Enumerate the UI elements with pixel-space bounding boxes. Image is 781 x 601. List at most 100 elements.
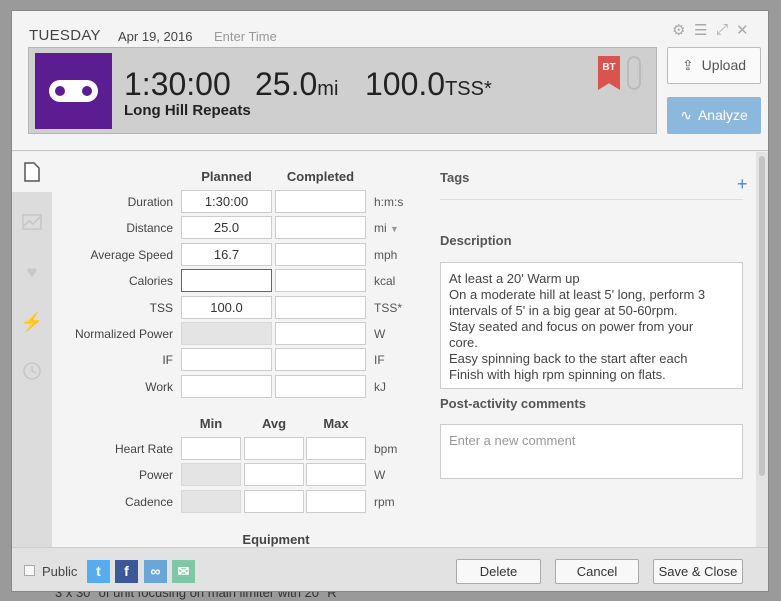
distance-label: Distance [126, 221, 173, 235]
time-input[interactable]: Enter Time [214, 29, 277, 44]
distance-completed-input[interactable] [275, 216, 366, 239]
link-icon[interactable]: ∞ [144, 560, 167, 583]
date-label[interactable]: Apr 19, 2016 [118, 29, 192, 44]
distance-unit: mi [317, 78, 339, 100]
avg-speed-completed-input[interactable] [275, 243, 366, 266]
comment-input[interactable]: Enter a new comment [440, 424, 743, 479]
add-tag-icon[interactable]: + [737, 174, 748, 195]
description-line: core. [449, 335, 478, 350]
heart-icon[interactable]: ♥ [12, 252, 52, 292]
distance-value: 25.0 [255, 66, 318, 102]
tss-value: 100.0 [365, 66, 446, 102]
description-line: Easy spinning back to the start after ea… [449, 351, 688, 366]
tss-unit-label: TSS* [374, 301, 403, 315]
public-checkbox[interactable] [24, 565, 35, 576]
heart-rate-avg-input[interactable] [244, 437, 304, 460]
clock-icon[interactable] [12, 351, 52, 391]
cadence-avg-input[interactable] [244, 490, 304, 513]
scrollbar-thumb[interactable] [759, 156, 765, 476]
calories-planned-input[interactable] [181, 269, 272, 292]
if-unit: IF [374, 353, 385, 367]
normalized-power-completed-input[interactable] [275, 322, 366, 345]
heart-rate-max-input[interactable] [306, 437, 366, 460]
avg-speed-label: Average Speed [90, 248, 173, 262]
facebook-icon[interactable]: f [115, 560, 138, 583]
tss-completed-input[interactable] [275, 296, 366, 319]
cadence-max-input[interactable] [306, 490, 366, 513]
comments-header: Post-activity comments [440, 396, 586, 411]
workout-header: TUESDAY Apr 19, 2016 Enter Time ⚙ ☰ ⤢ ✕ … [12, 11, 768, 151]
workout-dialog: TUESDAY Apr 19, 2016 Enter Time ⚙ ☰ ⤢ ✕ … [11, 10, 769, 592]
calories-completed-input[interactable] [275, 269, 366, 292]
workout-summary: 1:30:00 25.0mi 100.0TSS* Long Hill Repea… [28, 47, 657, 134]
normalized-power-label: Normalized Power [74, 327, 173, 341]
upload-button[interactable]: ⇪ Upload [667, 47, 761, 84]
workout-details: Planned Completed Duration 1:30:00 h:m:s… [52, 152, 756, 547]
tss-unit: TSS* [445, 78, 492, 100]
duration-completed-input[interactable] [275, 190, 366, 213]
power-unit: W [374, 468, 386, 482]
bolt-icon[interactable]: ⚡ [12, 302, 52, 342]
pulse-icon: ∿ [680, 107, 692, 123]
document-icon[interactable] [12, 152, 52, 192]
calories-unit: kcal [374, 274, 396, 288]
description-line: Finish with high rpm spinning on flats. [449, 367, 666, 382]
paperclip-icon[interactable] [627, 56, 641, 90]
normalized-power-planned-input [181, 322, 272, 345]
twitter-icon[interactable]: t [87, 560, 110, 583]
heart-rate-label: Heart Rate [114, 442, 173, 456]
distance-unit-select[interactable]: mi ▼ [374, 221, 399, 235]
power-avg-input[interactable] [244, 463, 304, 486]
bt-badge: BT [598, 56, 620, 90]
heart-rate-min-input[interactable] [181, 437, 241, 460]
analyze-label: Analyze [697, 107, 748, 123]
avg-header: Avg [261, 416, 287, 431]
public-label: Public [42, 564, 78, 579]
bike-chain-icon[interactable] [35, 53, 112, 129]
chart-icon[interactable] [12, 202, 52, 242]
work-planned-input[interactable] [181, 375, 272, 398]
details-scrollbar[interactable] [756, 152, 768, 547]
upload-icon: ⇪ [681, 57, 694, 73]
if-completed-input[interactable] [275, 348, 366, 371]
tss-planned-input[interactable]: 100.0 [181, 296, 272, 319]
cadence-label: Cadence [124, 495, 173, 509]
dialog-footer: Public t f ∞ ✉ Delete Cancel Save & Clos… [12, 547, 768, 591]
delete-button[interactable]: Delete [456, 559, 541, 584]
equipment-header: Equipment [242, 532, 310, 547]
heart-rate-unit: bpm [374, 442, 398, 456]
description-line: On a moderate hill at least 5' long, per… [449, 287, 706, 302]
email-icon[interactable]: ✉ [172, 560, 195, 583]
description-line: Stay seated and focus on power from your [449, 319, 694, 334]
header-icons: ⚙ ☰ ⤢ ✕ [672, 21, 752, 41]
distance-planned-input[interactable]: 25.0 [181, 216, 272, 239]
expand-icon[interactable]: ⤢ [716, 21, 728, 38]
tss-metric: 100.0TSS* [365, 66, 492, 103]
if-planned-input[interactable] [181, 348, 272, 371]
day-label: TUESDAY [29, 27, 101, 44]
calories-label: Calories [128, 274, 173, 288]
gear-icon[interactable]: ⚙ [672, 21, 685, 39]
power-max-input[interactable] [306, 463, 366, 486]
menu-icon[interactable]: ☰ [694, 21, 707, 39]
description-line: At least a 20' Warm up [449, 271, 580, 286]
max-header: Max [323, 416, 349, 431]
work-completed-input[interactable] [275, 375, 366, 398]
analyze-button[interactable]: ∿ Analyze [667, 97, 761, 134]
tags-divider [440, 199, 743, 200]
description-header: Description [440, 233, 512, 248]
save-close-button[interactable]: Save & Close [653, 559, 743, 584]
if-label: IF [162, 353, 173, 367]
distance-metric: 25.0mi [255, 66, 338, 103]
description-textarea[interactable]: At least a 20' Warm up On a moderate hil… [440, 262, 743, 389]
cancel-button[interactable]: Cancel [555, 559, 639, 584]
workout-title[interactable]: Long Hill Repeats [124, 102, 251, 119]
chevron-down-icon: ▼ [390, 224, 399, 234]
duration-metric: 1:30:00 [124, 66, 231, 102]
close-icon[interactable]: ✕ [736, 21, 749, 39]
power-label: Power [138, 468, 173, 482]
completed-header: Completed [286, 169, 355, 184]
duration-planned-input[interactable]: 1:30:00 [181, 190, 272, 213]
avg-speed-planned-input[interactable]: 16.7 [181, 243, 272, 266]
cadence-min-input [181, 490, 241, 513]
